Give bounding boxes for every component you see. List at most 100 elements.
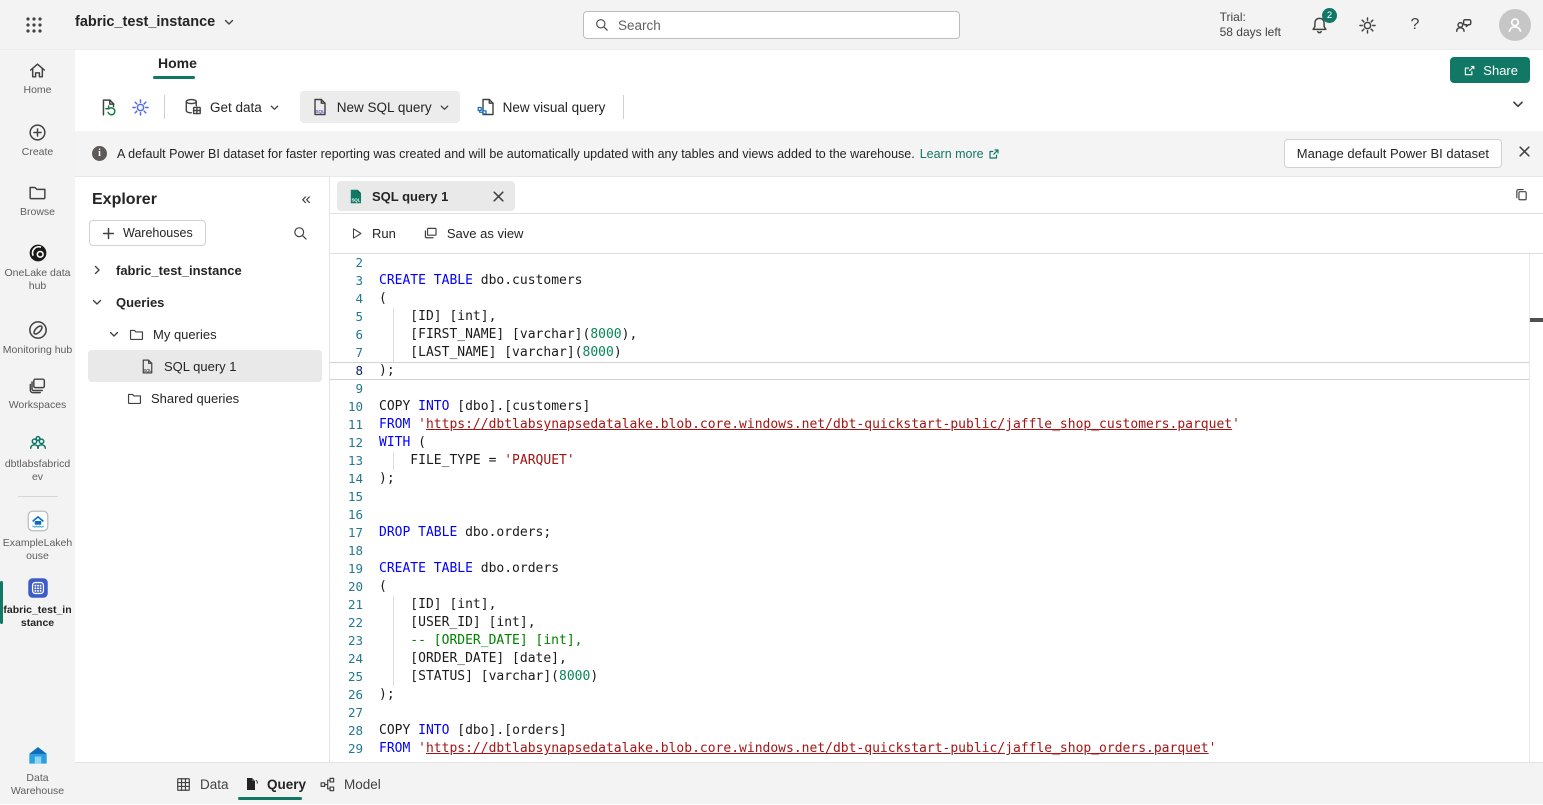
sidebar-item-fabric-test-instance[interactable]: fabric_test_instance <box>0 575 75 630</box>
code-line[interactable]: 6 [FIRST_NAME] [varchar](8000), <box>330 326 1529 344</box>
active-tab-underline <box>153 76 195 79</box>
tree-item-shared-queries[interactable]: Shared queries <box>75 382 329 414</box>
refresh-settings-button[interactable] <box>92 91 124 123</box>
save-as-view-button[interactable]: Save as view <box>422 225 524 242</box>
tab-sql-query-1[interactable]: SQL SQL query 1 <box>337 181 515 211</box>
code-line[interactable]: 12WITH ( <box>330 434 1529 452</box>
line-content: FROM 'https://dbtlabsynapsedatalake.blob… <box>363 740 1529 758</box>
sidebar-item-monitoring-hub[interactable]: Monitoring hub <box>0 319 75 357</box>
collapse-panel-button[interactable]: « <box>302 189 311 209</box>
close-icon[interactable] <box>492 190 505 203</box>
explorer-search-button[interactable] <box>292 225 309 242</box>
chevron-down-icon[interactable] <box>108 328 120 340</box>
code-line[interactable]: 5 [ID] [int], <box>330 308 1529 326</box>
code-line[interactable]: 8); <box>330 362 1529 380</box>
learn-more-link[interactable]: Learn more <box>920 147 1000 161</box>
code-line[interactable]: 19CREATE TABLE dbo.orders <box>330 560 1529 578</box>
code-line[interactable]: 4( <box>330 290 1529 308</box>
code-line[interactable]: 29FROM 'https://dbtlabsynapsedatalake.bl… <box>330 740 1529 758</box>
code-line[interactable]: 3CREATE TABLE dbo.customers <box>330 272 1529 290</box>
share-icon <box>1462 63 1477 78</box>
code-line[interactable]: 15 <box>330 488 1529 506</box>
sidebar-item-dbtlabsfabricdev[interactable]: dbtlabsfabricdev <box>0 433 75 484</box>
line-number: 6 <box>330 326 363 344</box>
app-launcher-icon[interactable] <box>24 15 44 35</box>
manage-dataset-button[interactable]: Manage default Power BI dataset <box>1284 139 1502 168</box>
code-line[interactable]: 24 [ORDER_DATE] [date], <box>330 650 1529 668</box>
code-line[interactable]: 28COPY INTO [dbo].[orders] <box>330 722 1529 740</box>
code-line[interactable]: 17DROP TABLE dbo.orders; <box>330 524 1529 542</box>
tree-item-root[interactable]: fabric_test_instance <box>75 254 329 286</box>
banner-close-button[interactable] <box>1516 143 1533 160</box>
global-search[interactable] <box>583 11 960 39</box>
line-content: ( <box>363 578 1529 596</box>
help-button[interactable]: ? <box>1403 13 1427 37</box>
line-content: COPY INTO [dbo].[customers] <box>363 398 1529 416</box>
line-content: [FIRST_NAME] [varchar](8000), <box>363 326 1529 344</box>
sql-code-editor[interactable]: 23CREATE TABLE dbo.customers4(5 [ID] [in… <box>330 254 1543 762</box>
sidebar-item-workspaces[interactable]: Workspaces <box>0 375 75 412</box>
warehouse-settings-button[interactable] <box>124 91 156 123</box>
tree-item-sql-query-1[interactable]: SQL SQL query 1 <box>75 350 329 382</box>
code-line[interactable]: 10COPY INTO [dbo].[customers] <box>330 398 1529 416</box>
chevron-right-icon[interactable] <box>91 264 103 276</box>
rail-divider <box>18 496 58 497</box>
sidebar-item-data-warehouse[interactable]: Data Warehouse <box>0 743 75 798</box>
new-warehouse-button[interactable]: Warehouses <box>89 220 206 246</box>
line-number: 7 <box>330 344 363 362</box>
tree-item-queries[interactable]: Queries <box>75 286 329 318</box>
code-line[interactable]: 14); <box>330 470 1529 488</box>
code-line[interactable]: 23 -- [ORDER_DATE] [int], <box>330 632 1529 650</box>
code-line[interactable]: 11FROM 'https://dbtlabsynapsedatalake.bl… <box>330 416 1529 434</box>
tree-item-my-queries[interactable]: My queries <box>75 318 329 350</box>
code-line[interactable]: 21 [ID] [int], <box>330 596 1529 614</box>
indent-guide <box>393 632 394 650</box>
code-line[interactable]: 9 <box>330 380 1529 398</box>
external-link-icon <box>988 148 1000 160</box>
line-content <box>363 506 1529 524</box>
notifications-button[interactable]: 2 <box>1307 13 1331 37</box>
editor-scrollbar[interactable] <box>1529 254 1543 762</box>
sidebar-item-examplelakehouse[interactable]: ExampleLakehouse <box>0 508 75 563</box>
line-number: 22 <box>330 614 363 632</box>
code-line[interactable]: 22 [USER_ID] [int], <box>330 614 1529 632</box>
line-number: 20 <box>330 578 363 596</box>
code-line[interactable]: 7 [LAST_NAME] [varchar](8000) <box>330 344 1529 362</box>
folder-icon <box>128 326 145 343</box>
tab-data[interactable]: Data <box>175 763 229 805</box>
line-content <box>363 704 1529 722</box>
sidebar-item-create[interactable]: Create <box>0 122 75 159</box>
scrollbar-cursor-mark <box>1530 318 1543 322</box>
code-line[interactable]: 27 <box>330 704 1529 722</box>
code-line[interactable]: 26); <box>330 686 1529 704</box>
workspace-people-icon <box>27 433 49 455</box>
account-avatar[interactable] <box>1499 9 1531 41</box>
person-icon <box>1504 14 1526 36</box>
get-data-button[interactable]: Get data <box>173 91 290 123</box>
sidebar-item-browse[interactable]: Browse <box>0 182 75 219</box>
code-line[interactable]: 2 <box>330 254 1529 272</box>
new-visual-query-button[interactable]: New visual query <box>466 91 616 123</box>
line-number: 5 <box>330 308 363 326</box>
indent-guide <box>393 650 394 668</box>
run-button[interactable]: Run <box>349 226 396 241</box>
code-line[interactable]: 16 <box>330 506 1529 524</box>
model-icon <box>319 776 336 793</box>
ribbon-collapse-button[interactable] <box>1511 97 1525 111</box>
search-input[interactable] <box>618 18 949 33</box>
copy-button[interactable] <box>1513 187 1530 204</box>
sidebar-item-home[interactable]: Home <box>0 60 75 97</box>
tab-model[interactable]: Model <box>319 763 381 805</box>
code-line[interactable]: 13 FILE_TYPE = 'PARQUET' <box>330 452 1529 470</box>
new-sql-query-button[interactable]: SQL New SQL query <box>300 91 460 123</box>
code-line[interactable]: 25 [STATUS] [varchar](8000) <box>330 668 1529 686</box>
sidebar-item-onelake-data-hub[interactable]: OneLake data hub <box>0 242 75 293</box>
code-line[interactable]: 20( <box>330 578 1529 596</box>
settings-button[interactable] <box>1355 13 1379 37</box>
feedback-button[interactable] <box>1451 13 1475 37</box>
workspace-switcher[interactable]: fabric_test_instance <box>75 14 235 30</box>
chevron-down-icon[interactable] <box>91 296 103 308</box>
tab-home[interactable]: Home <box>153 55 202 71</box>
code-line[interactable]: 18 <box>330 542 1529 560</box>
share-button[interactable]: Share <box>1450 57 1530 83</box>
